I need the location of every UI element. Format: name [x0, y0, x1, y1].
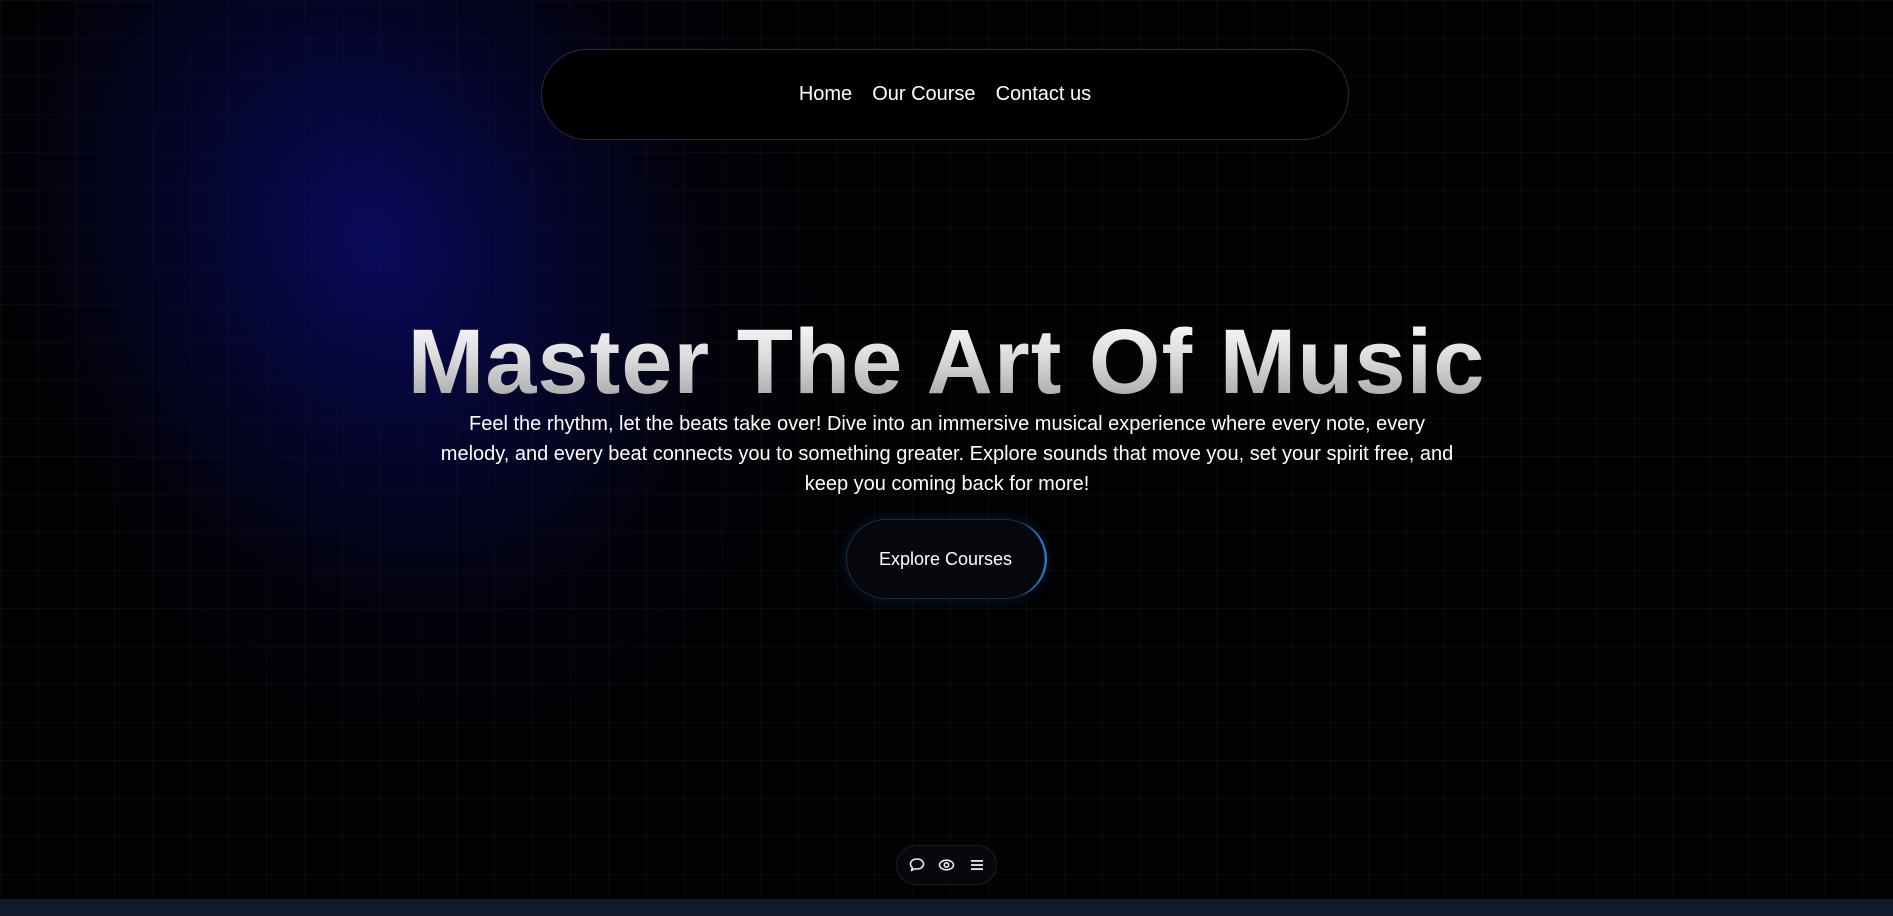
eye-icon[interactable] — [938, 856, 956, 874]
bottom-strip — [0, 899, 1893, 916]
nav-link-contact-us[interactable]: Contact us — [996, 83, 1092, 106]
chat-bubble-icon[interactable] — [908, 856, 926, 874]
explore-courses-button[interactable]: Explore Courses — [846, 519, 1045, 599]
navbar: Home Our Course Contact us — [541, 49, 1349, 140]
floating-toolbar — [896, 845, 997, 885]
hero-title: Master The Art Of Music — [0, 312, 1893, 412]
nav-link-home[interactable]: Home — [799, 83, 852, 106]
page: Home Our Course Contact us Master The Ar… — [0, 0, 1893, 916]
hero-description: Feel the rhythm, let the beats take over… — [440, 413, 1454, 495]
menu-icon[interactable] — [968, 856, 986, 874]
nav-link-our-course[interactable]: Our Course — [872, 83, 975, 106]
